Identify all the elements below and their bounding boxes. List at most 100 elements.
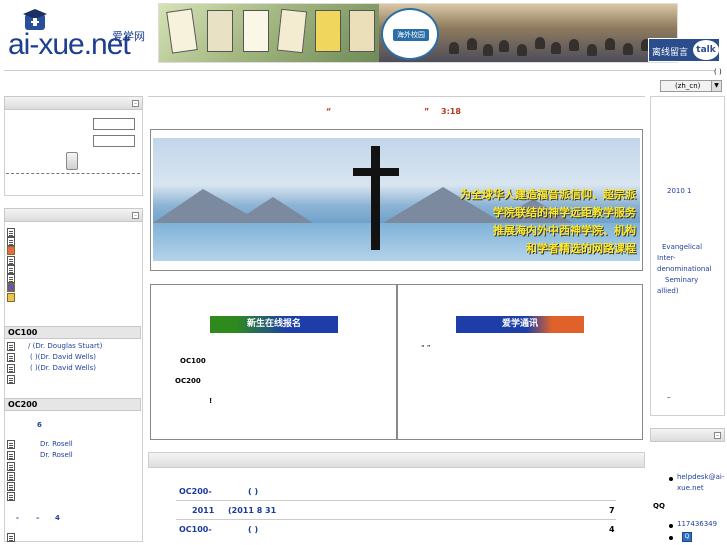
document-icon[interactable] [7, 492, 15, 501]
hero-slogan-line-3: 推展海内外中西神学院、机构 [493, 224, 636, 237]
news-dash: – [667, 393, 671, 401]
document-icon[interactable] [7, 265, 15, 274]
document-icon[interactable] [7, 472, 15, 481]
hero-banner: 为全球华人建造福音派信仰、超宗派 学院联结的神学远距教学服务 推展海内外中西神学… [150, 129, 643, 271]
hero-slogan-line-1: 为全球华人建造福音派信仰、超宗派 [460, 188, 636, 201]
contact-panel-header: – [650, 428, 725, 442]
course-row-3-code[interactable]: OC100- [179, 525, 212, 534]
bullet-icon [669, 524, 673, 528]
login-button[interactable] [66, 152, 78, 170]
document-icon[interactable] [7, 375, 15, 384]
contact-email[interactable]: helpdesk@ai- [677, 472, 724, 483]
course-row-1-code[interactable]: OC200- [179, 487, 212, 496]
login-divider [6, 173, 140, 174]
contact-email-domain[interactable]: xue.net [677, 483, 704, 494]
collapse-icon[interactable]: – [132, 212, 139, 219]
course-row-1-detail: ( ) [248, 487, 259, 496]
bullet-icon [669, 477, 673, 481]
oc100-link-3[interactable]: ( )(Dr. David Wells) [30, 364, 96, 372]
document-icon[interactable] [7, 353, 15, 362]
oc200-link-1[interactable]: Dr. Rosell [40, 440, 73, 448]
menu-panel [4, 222, 143, 542]
news-date: 2010 1 [667, 187, 692, 195]
oc100-section-title: OC100 [4, 326, 141, 339]
document-icon[interactable] [7, 228, 15, 237]
collapse-icon[interactable]: – [132, 100, 139, 107]
course-row-3-count: 4 [609, 525, 615, 534]
document-icon[interactable] [7, 256, 15, 265]
seminary-line-4: Seminary [665, 276, 699, 284]
site-header: ai-xue.net 爱学网 海外校园 离线留言 talk [0, 0, 727, 66]
document-icon[interactable] [7, 451, 15, 460]
document-icon[interactable] [7, 462, 15, 471]
center-top-border [148, 96, 645, 124]
overseas-campus-seal: 海外校园 [381, 8, 439, 60]
globe-icon[interactable] [7, 283, 15, 292]
registration-item-note: ! [209, 397, 213, 405]
header-divider [4, 70, 715, 72]
site-logo[interactable]: ai-xue.net 爱学网 [4, 6, 156, 62]
oc200-count: 6 [37, 421, 42, 429]
hero-image: 为全球华人建造福音派信仰、超宗派 学院联结的神学远距教学服务 推展海内外中西神学… [153, 138, 640, 261]
language-selected-value: (zh_cn) [675, 82, 701, 90]
title-open-quote: “ [326, 107, 332, 116]
bullet-icon [669, 536, 673, 540]
document-icon[interactable] [7, 482, 15, 491]
password-field[interactable] [93, 135, 135, 147]
oc200-footer-a: - [16, 514, 19, 522]
seminary-line-5: allied) [657, 287, 679, 295]
forum-icon[interactable] [7, 293, 15, 302]
document-icon[interactable] [7, 533, 15, 542]
qq-label: QQ [653, 502, 665, 510]
menu-panel-header: – [4, 208, 143, 222]
logo-cn-text: 爱学网 [112, 30, 145, 43]
offline-message-label: 离线留言 [652, 48, 689, 58]
hero-slogan: 为全球华人建造福音派信仰、超宗派 学院联结的神学远距教学服务 推展海内外中西神学… [460, 186, 636, 258]
oc100-link-1[interactable]: / (Dr. Douglas Stuart) [28, 342, 102, 350]
document-icon[interactable] [7, 364, 15, 373]
offline-message-button[interactable]: 离线留言 talk [648, 38, 720, 62]
username-field[interactable] [93, 118, 135, 130]
row-divider [176, 519, 616, 520]
chevron-down-icon[interactable]: ▼ [711, 81, 721, 91]
seminary-line-1: Evangelical [662, 243, 703, 251]
qq-number: 117436349 [677, 520, 718, 528]
banner-books-image [159, 4, 379, 62]
title-close-quote: ” [424, 107, 430, 116]
oc200-footer-num: 4 [55, 514, 60, 522]
seminary-line-3: denominational [657, 265, 712, 273]
seminary-line-2: Inter- [657, 254, 676, 262]
calendar-icon[interactable] [7, 246, 15, 255]
qq-chat-icon[interactable]: Q [682, 532, 692, 542]
oc100-link-2[interactable]: ( )(Dr. David Wells) [30, 353, 96, 361]
registration-item-oc200: OC200 [175, 377, 201, 385]
talk-icon: talk [693, 40, 719, 60]
course-row-3-detail: ( ) [248, 525, 259, 534]
hero-slogan-line-2: 学院联结的神学远距教学服务 [493, 206, 636, 219]
oc200-link-2[interactable]: Dr. Rosell [40, 451, 73, 459]
document-icon[interactable] [7, 274, 15, 283]
course-row-2-detail: (2011 8 31 [228, 506, 277, 515]
header-banner: 海外校园 [158, 3, 678, 63]
row-divider [176, 500, 616, 501]
document-icon[interactable] [7, 440, 15, 449]
newsletter-box [397, 284, 643, 440]
oc200-section-title: OC200 [4, 398, 141, 411]
registration-item-oc100: OC100 [180, 357, 206, 365]
language-select[interactable]: (zh_cn) ▼ [660, 80, 722, 92]
course-list-header [148, 452, 645, 468]
document-icon[interactable] [7, 237, 15, 246]
oc200-footer-b: – [36, 514, 40, 522]
online-registration-banner[interactable]: 新生在线报名 [210, 316, 338, 333]
hero-slogan-line-4: 和学者精选的网路课程 [526, 242, 636, 255]
course-row-2-count: 7 [609, 506, 615, 515]
newsletter-banner[interactable]: 爱学通讯 [456, 316, 584, 333]
cross-icon [371, 146, 380, 250]
scripture-reference: 3:18 [441, 107, 461, 116]
language-parens: ( ) [714, 68, 722, 76]
newsletter-quotes: “ ” [421, 344, 431, 352]
document-icon[interactable] [7, 342, 15, 351]
collapse-icon[interactable]: – [714, 432, 721, 439]
course-row-2-code[interactable]: 2011 [192, 506, 214, 515]
login-panel-header: – [4, 96, 143, 110]
